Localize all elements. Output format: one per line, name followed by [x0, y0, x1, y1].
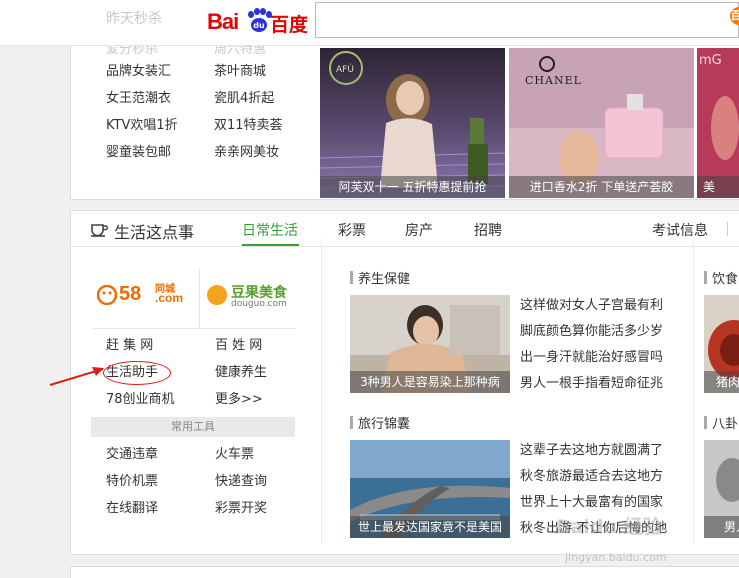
- news-item[interactable]: 这辈子去这地方就圆满了: [520, 438, 667, 464]
- news-item[interactable]: 脚底颜色算你能活多少岁: [520, 319, 663, 345]
- logo-58-com: .com: [155, 291, 184, 305]
- exam-info-link[interactable]: 考试信息: [652, 220, 708, 240]
- news-item[interactable]: 男人一根手指看短命征兆: [520, 371, 663, 397]
- logo-chinese: 百度: [270, 14, 309, 36]
- douguo-sub: douguo.com: [231, 299, 287, 309]
- logo-latin: Bai: [207, 9, 239, 34]
- promo-tile-mg[interactable]: mG 美: [697, 48, 739, 198]
- header-divider: [727, 222, 728, 236]
- divider: [93, 328, 296, 329]
- news-item[interactable]: 这样做对女人子宫最有利: [520, 293, 663, 319]
- thumb-caption[interactable]: 猪肉: [704, 371, 739, 393]
- promo-link[interactable]: 女王范潮衣: [106, 85, 178, 112]
- promo-link[interactable]: 瓷肌4折起: [214, 85, 283, 112]
- health-thumb[interactable]: 3种男人是容易染上那种病: [350, 295, 510, 393]
- afu-brand: AFÙ: [336, 63, 354, 75]
- news-item[interactable]: 秋冬旅游最适合去这地方: [520, 464, 667, 490]
- section-heading-travel[interactable]: 旅行锦囊: [350, 413, 410, 432]
- food-thumb[interactable]: 猪肉: [704, 295, 739, 393]
- highlight-oval: [103, 361, 171, 385]
- promo-link[interactable]: 茶叶商城: [214, 58, 283, 85]
- section-title: 生活这点事: [114, 223, 195, 242]
- life-card: 生活这点事 日常生活 彩票 房产 招聘 考试信息 58 同城 .com 豆果美食…: [70, 210, 739, 555]
- promo-tile-chanel[interactable]: CHANEL 进口香水2折 下单送产荟胶: [509, 48, 694, 198]
- page: 爱分秒杀 周六特惠 品牌女装汇 女王范潮衣 KTV欢唱1折 婴童装包邮 茶叶商城…: [0, 0, 739, 578]
- promo-link[interactable]: 婴童装包邮: [106, 139, 178, 166]
- red-arrow-icon: [49, 367, 104, 386]
- paw-icon: du: [246, 8, 272, 34]
- travel-thumb[interactable]: 世上最发达国家竟不是美国: [350, 440, 510, 538]
- tool-link[interactable]: 火车票: [215, 441, 267, 468]
- thumb-caption[interactable]: 男人: [704, 516, 739, 538]
- column-divider: [693, 239, 694, 544]
- active-tab-indicator: [242, 244, 299, 246]
- thumb-caption[interactable]: 3种男人是容易染上那种病: [350, 371, 510, 393]
- health-news-list: 这样做对女人子宫最有利 脚底颜色算你能活多少岁 出一身汗就能治好感冒吗 男人一根…: [520, 293, 663, 397]
- tab-real-estate[interactable]: 房产: [405, 220, 433, 240]
- tools-label: 常用工具: [91, 417, 295, 437]
- news-item[interactable]: 出一身汗就能治好感冒吗: [520, 345, 663, 371]
- mg-brand: mG: [699, 53, 722, 68]
- promo-tile-afu[interactable]: AFÙ 阿芙双十一 五折特惠提前抢: [320, 48, 505, 198]
- tools-right: 火车票 快递查询 彩票开奖: [215, 441, 267, 522]
- tile-caption[interactable]: 阿芙双十一 五折特惠提前抢: [320, 176, 505, 198]
- search-input[interactable]: [315, 2, 739, 38]
- bottom-card: [70, 566, 739, 578]
- column-divider: [321, 239, 322, 544]
- tab-daily-life[interactable]: 日常生活: [242, 220, 298, 240]
- tab-jobs[interactable]: 招聘: [474, 220, 502, 240]
- section-heading-food[interactable]: 饮食: [704, 268, 738, 287]
- gossip-thumb[interactable]: 男人: [704, 440, 739, 538]
- watermark: Baidu 经验: [556, 516, 662, 538]
- coffee-cup-icon: [91, 224, 108, 237]
- watermark-url: jingyan.baidu.com: [565, 551, 667, 564]
- chanel-brand: CHANEL: [525, 74, 582, 87]
- tool-link[interactable]: 特价机票: [106, 468, 158, 495]
- tool-link[interactable]: 在线翻译: [106, 495, 158, 522]
- tool-link[interactable]: 快递查询: [215, 468, 267, 495]
- tool-link[interactable]: 彩票开奖: [215, 495, 267, 522]
- promo-link[interactable]: 亲亲网美妆: [214, 139, 283, 166]
- tool-link[interactable]: 交通违章: [106, 441, 158, 468]
- tile-caption[interactable]: 进口香水2折 下单送产荟胶: [509, 176, 694, 198]
- partner-logos: 58 同城 .com 豆果美食 douguo.com: [91, 269, 306, 329]
- service-link[interactable]: 健康养生: [215, 359, 267, 386]
- more-link[interactable]: 更多>>: [215, 386, 267, 413]
- tools-left: 交通违章 特价机票 在线翻译: [106, 441, 158, 522]
- logo-paw-text: du: [251, 18, 267, 32]
- top-search-bar: 昨天秒杀 Bai du 百度 百: [0, 0, 739, 46]
- promo-links-right: 茶叶商城 瓷肌4折起 双11特卖荟 亲亲网美妆: [214, 58, 283, 166]
- smile-icon: [97, 285, 117, 305]
- service-link[interactable]: 百 姓 网: [215, 332, 267, 359]
- tab-lottery[interactable]: 彩票: [338, 220, 366, 240]
- logo-divider: [199, 269, 200, 329]
- section-heading-gossip[interactable]: 八卦: [704, 413, 738, 432]
- thumb-caption[interactable]: 世上最发达国家竟不是美国: [350, 516, 510, 538]
- promo-links-left: 品牌女装汇 女王范潮衣 KTV欢唱1折 婴童装包邮: [106, 58, 178, 166]
- life-header: 生活这点事 日常生活 彩票 房产 招聘 考试信息: [71, 211, 739, 247]
- service-link[interactable]: 78创业商机: [106, 386, 175, 413]
- logo-douguo[interactable]: 豆果美食 douguo.com: [207, 282, 317, 312]
- baidu-logo[interactable]: Bai du 百度: [207, 6, 309, 36]
- ghost-text: 昨天秒杀: [106, 11, 162, 27]
- services-right: 百 姓 网 健康养生 更多>>: [215, 332, 267, 413]
- promo-link[interactable]: KTV欢唱1折: [106, 112, 178, 139]
- service-link[interactable]: 赶 集 网: [106, 332, 175, 359]
- tile-caption[interactable]: 美: [697, 176, 739, 198]
- promo-link[interactable]: 品牌女装汇: [106, 58, 178, 85]
- section-heading-health[interactable]: 养生保健: [350, 268, 410, 287]
- promo-link[interactable]: 双11特卖荟: [214, 112, 283, 139]
- logo-58-main: 58: [119, 283, 142, 305]
- orange-icon: [207, 285, 227, 305]
